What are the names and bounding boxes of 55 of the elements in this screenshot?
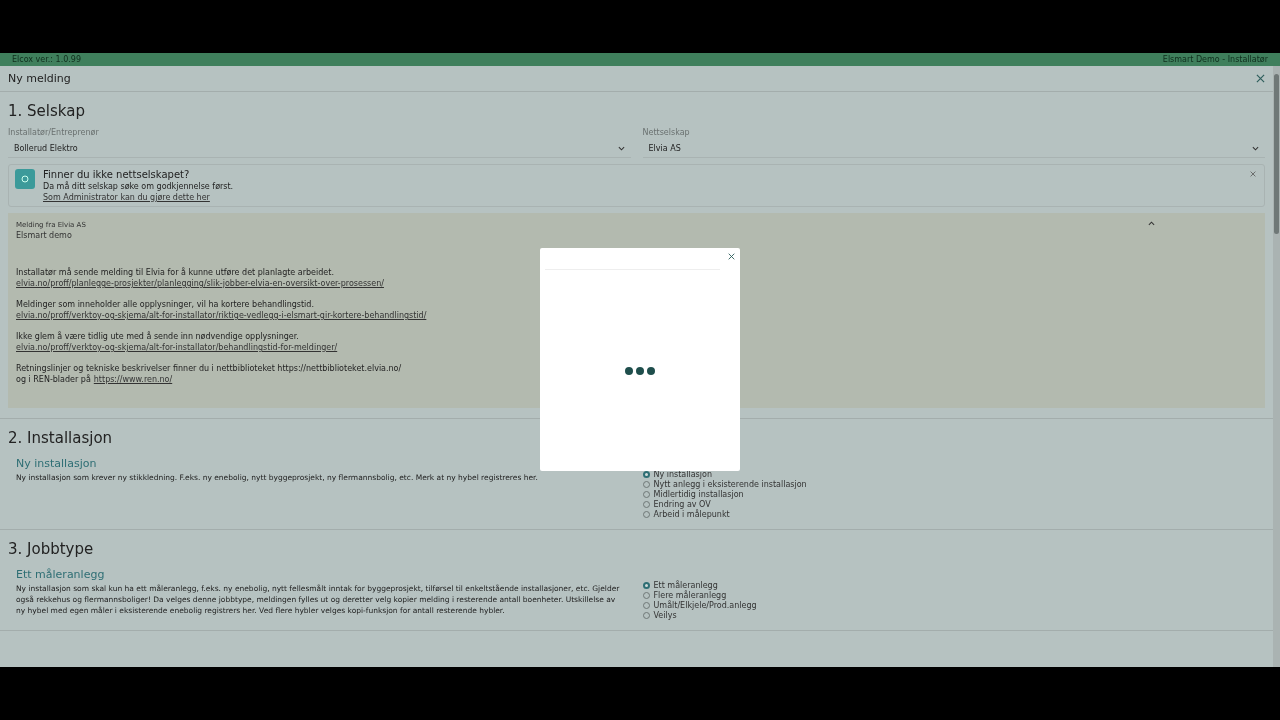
select-field[interactable]: Elvia AS	[642, 139, 1265, 158]
radio-label: Flere måleranlegg	[653, 591, 727, 600]
collapse-button[interactable]	[1148, 221, 1155, 226]
version-text: Elcox ver.: 1.0.99	[12, 55, 82, 64]
section-heading: 3. Jobbtype	[8, 540, 95, 558]
option-title: Ett måleranlegg	[16, 568, 106, 581]
close-icon	[1256, 74, 1265, 83]
chevron-icon	[1148, 221, 1155, 226]
radio-label: Arbeid i målepunkt	[653, 510, 730, 519]
section-heading: 2. Installasjon	[8, 429, 114, 447]
message-link[interactable]: elvia.no/proff/verktoy-og-skjema/alt-for-installator/riktige-vedlegg-i-elsmart-gir-kortere-behandlingstid/	[16, 311, 427, 320]
message-text: Installatør må sende melding til Elvia for å kunne utføre det planlagte arbeidet.	[16, 268, 334, 277]
dialog-title: Ny melding	[8, 72, 71, 85]
message-text: Ikke glem å være tidlig ute med å sende inn nødvendige opplysninger.	[16, 332, 299, 341]
radio-option[interactable]: Veilys	[642, 611, 1265, 620]
radio-label: Umålt/Elkjele/Prod.anlegg	[653, 601, 757, 610]
user-text: Elsmart Demo - Installatør	[1162, 55, 1268, 64]
message-text: Retningslinjer og tekniske beskrivelser finner du i nettbiblioteket https://nettbiblioteket.elvia.no/	[16, 364, 402, 373]
section-heading: 1. Selskap	[8, 102, 86, 120]
radio-option[interactable]: Midlertidig installasjon	[642, 490, 1265, 499]
alert-text: Da må ditt selskap søke om godkjennelse først.	[43, 182, 234, 191]
radio-option[interactable]: Nytt anlegg i eksisterende installasjon	[642, 480, 1265, 489]
chevron-icon	[1252, 145, 1259, 151]
radio-option[interactable]: Ett måleranlegg	[642, 581, 1265, 590]
message-text: Meldinger som inneholder alle opplysninger, vil ha kortere behandlingstid.	[16, 300, 314, 309]
radio-label: Veilys	[653, 611, 677, 620]
alert-title: Finner du ikke nettselskapet?	[43, 169, 191, 180]
message-link[interactable]: elvia.no/proff/planlegge-prosjekter/planlegging/slik-jobber-elvia-en-oversikt-over-prosessen/	[16, 279, 384, 288]
field-label: Nettselskap	[642, 128, 691, 137]
close-icon	[1250, 171, 1256, 177]
scrollbar[interactable]	[1273, 66, 1280, 667]
radio-label: Ett måleranlegg	[653, 581, 718, 590]
message-link[interactable]: elvia.no/proff/verktoy-og-skjema/alt-for-installator/behandlingstid-for-meldinger/	[16, 343, 338, 352]
close-button[interactable]	[1256, 74, 1265, 83]
radio-label: Endring av OV	[653, 500, 711, 509]
radio-option[interactable]: Endring av OV	[642, 500, 1265, 509]
info-icon	[15, 169, 35, 189]
radio-option[interactable]: Flere måleranlegg	[642, 591, 1265, 600]
dismiss-button[interactable]	[1250, 171, 1256, 177]
radio-option[interactable]: Umålt/Elkjele/Prod.anlegg	[642, 601, 1265, 610]
close-icon	[728, 253, 735, 260]
message-title: Elsmart demo	[16, 231, 72, 240]
chevron-icon	[617, 145, 625, 151]
radio-label: Midlertidig installasjon	[653, 490, 744, 499]
message-text: og i REN-blader på	[16, 375, 91, 384]
option-title: Ny installasjon	[16, 457, 98, 470]
select-field[interactable]: Bollerud Elektro	[8, 139, 631, 158]
radio-label: Nytt anlegg i eksisterende installasjon	[653, 480, 807, 489]
radio-option[interactable]: Arbeid i målepunkt	[642, 510, 1265, 519]
message-link[interactable]: https://www.ren.no/	[93, 375, 173, 384]
radio-button[interactable]	[642, 582, 650, 589]
field-label: Installatør/Entreprenør	[8, 128, 100, 137]
close-button[interactable]	[728, 253, 735, 260]
loading-spinner-icon	[624, 365, 656, 376]
admin-link[interactable]: Som Administrator kan du gjøre dette her	[43, 193, 234, 202]
